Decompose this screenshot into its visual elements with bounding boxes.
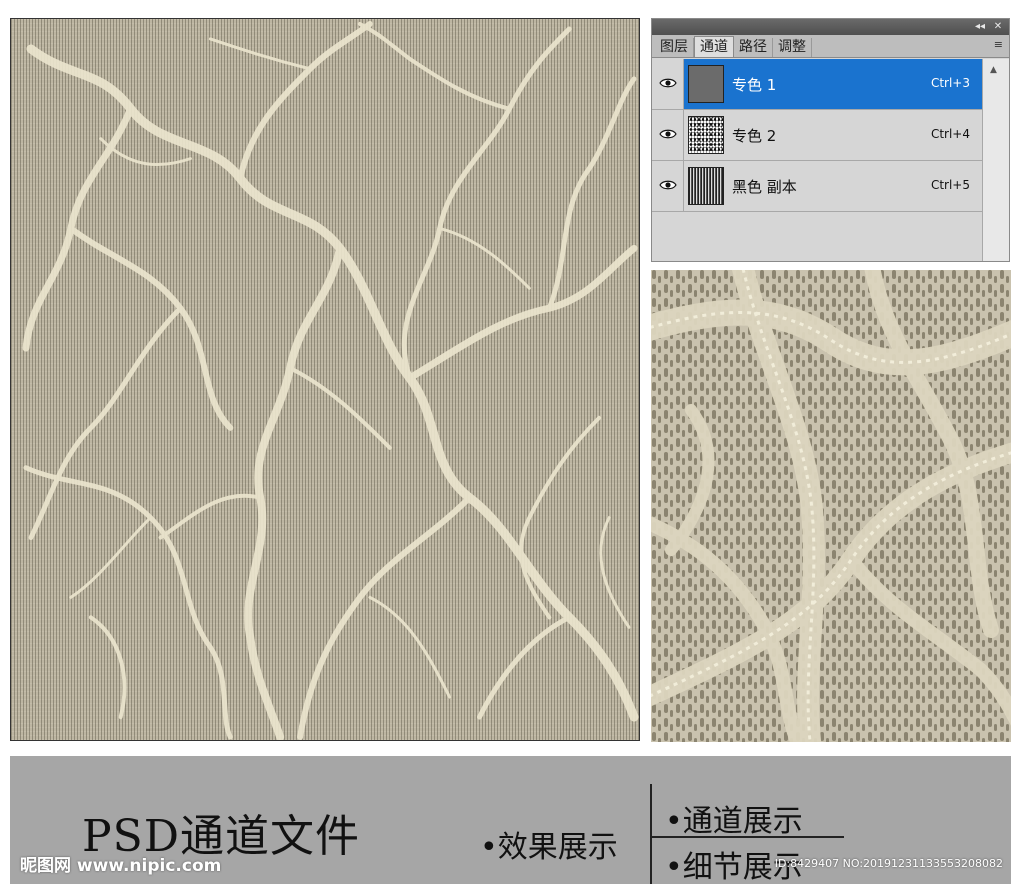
bottom-caption-bar: PSD通道文件 •效果展示 •通道展示 •细节展示 昵图网 www.nipic.…	[10, 756, 1011, 885]
main-pattern-preview	[10, 18, 640, 741]
channel-name: 专色 1	[732, 76, 777, 94]
channel-shortcut: Ctrl+4	[930, 127, 970, 141]
channel-list: 专色 1 Ctrl+3 专色 2 Ctrl+4 黑色 副本 Ctrl+5	[652, 59, 984, 212]
image-id-watermark: ID:8429407 NO:20191231133553208082	[774, 857, 1003, 870]
close-icon[interactable]: ✕	[991, 20, 1005, 34]
site-watermark: 昵图网 www.nipic.com	[20, 856, 222, 876]
visibility-toggle[interactable]	[652, 161, 684, 211]
tab-adjustments[interactable]: 调整	[773, 38, 812, 57]
visibility-toggle[interactable]	[652, 110, 684, 160]
channel-name: 专色 2	[732, 127, 777, 145]
channel-row-spot1[interactable]: 专色 1 Ctrl+3	[652, 59, 984, 110]
channels-panel: ◂◂ ✕ 图层 通道 路径 调整 ≡ 专色 1 Ctrl+3 专色 2 Ctrl…	[651, 18, 1010, 262]
channel-thumbnail	[688, 167, 724, 205]
effect-label: •效果展示	[480, 830, 618, 865]
channel-row-spot2[interactable]: 专色 2 Ctrl+4	[652, 110, 984, 161]
eye-icon	[659, 180, 677, 190]
panel-titlebar: ◂◂ ✕	[652, 19, 1009, 35]
eye-icon	[659, 129, 677, 139]
channel-shortcut: Ctrl+3	[930, 76, 970, 90]
detail-zoom-pattern	[651, 270, 1011, 742]
visibility-toggle[interactable]	[652, 59, 684, 109]
tab-layers[interactable]: 图层	[655, 38, 694, 57]
collapse-icon[interactable]: ◂◂	[973, 20, 987, 34]
panel-scrollbar[interactable]: ▲	[982, 59, 1009, 261]
tab-paths[interactable]: 路径	[734, 38, 773, 57]
detail-pattern-preview	[651, 270, 1011, 742]
scroll-up-icon[interactable]: ▲	[990, 65, 997, 75]
tab-channels[interactable]: 通道	[694, 36, 734, 57]
panel-menu-icon[interactable]: ≡	[994, 38, 1003, 51]
branch-pattern	[22, 20, 639, 740]
channel-thumbnail	[688, 116, 724, 154]
channel-shortcut: Ctrl+5	[930, 178, 970, 192]
eye-icon	[659, 78, 677, 88]
divider-vertical	[650, 784, 652, 884]
channel-thumbnail	[688, 65, 724, 103]
channel-name: 黑色 副本	[732, 178, 797, 196]
channel-label: •通道展示	[665, 804, 803, 839]
channel-row-black-copy[interactable]: 黑色 副本 Ctrl+5	[652, 161, 984, 212]
panel-tabs: 图层 通道 路径 调整 ≡	[652, 35, 1009, 58]
